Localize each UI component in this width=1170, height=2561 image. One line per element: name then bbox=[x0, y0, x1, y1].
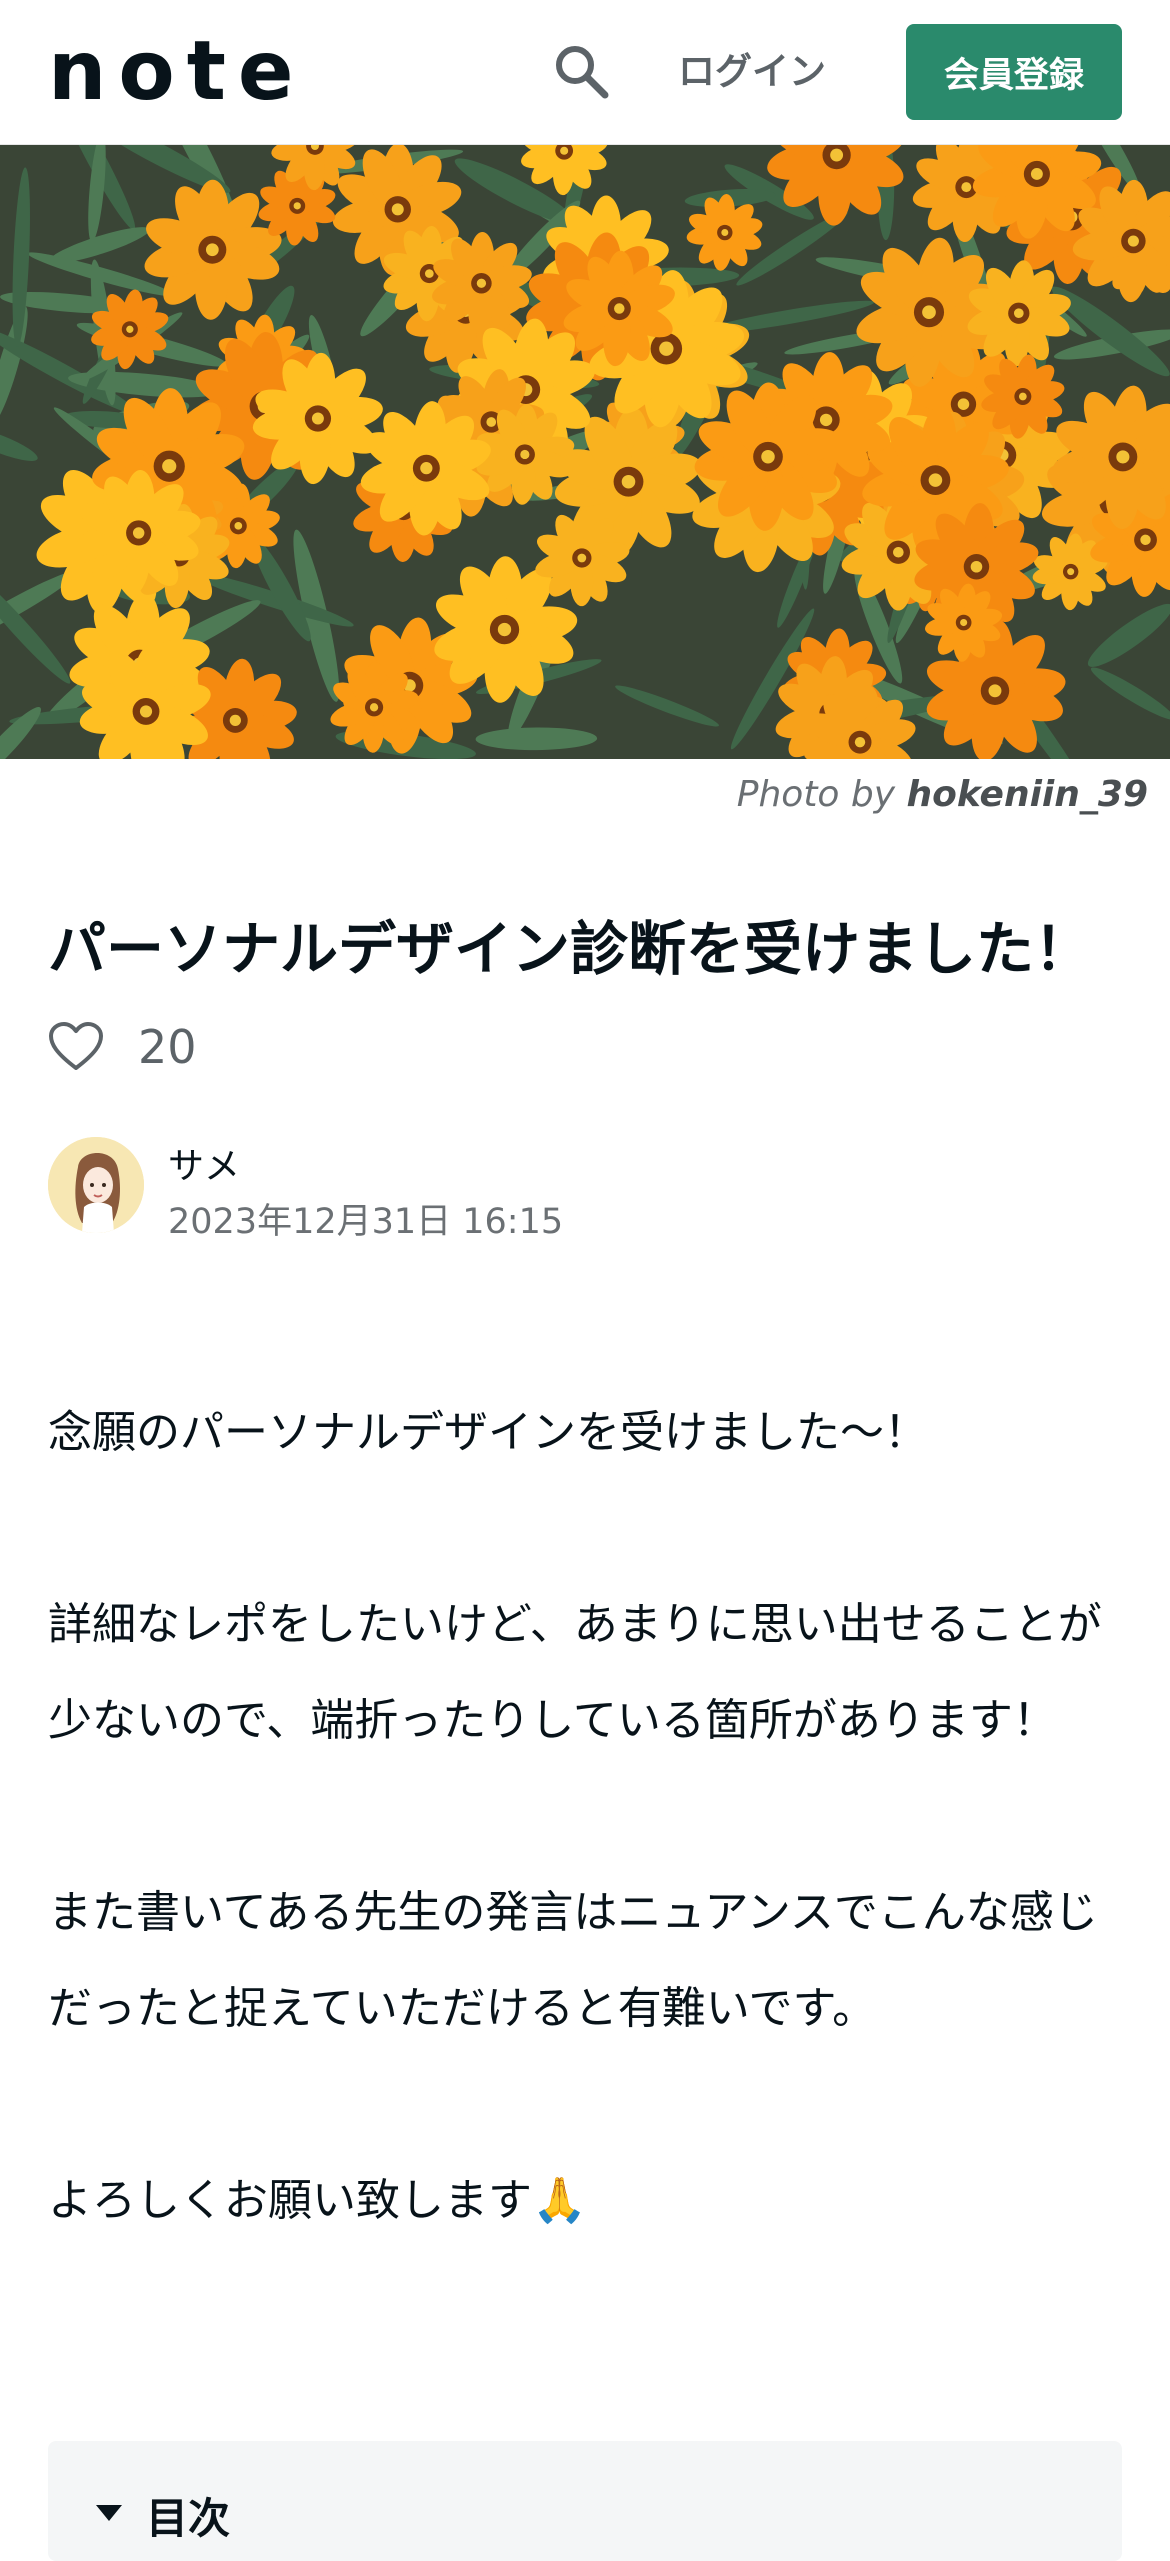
paragraph: また書いてある先生の発言はニュアンスでこんな感じだったと捉えていただけると有難い… bbox=[48, 1887, 1098, 2034]
table-of-contents[interactable]: 目次 bbox=[48, 2441, 1122, 2561]
like-row: 20 bbox=[48, 1017, 197, 1077]
paragraph: 念願のパーソナルデザインを受けました〜！ bbox=[48, 1407, 928, 1458]
heart-icon[interactable] bbox=[48, 1022, 104, 1072]
avatar[interactable] bbox=[48, 1137, 144, 1233]
flower-photo bbox=[0, 145, 1170, 759]
search-button[interactable] bbox=[548, 38, 614, 104]
signup-button[interactable]: 会員登録 bbox=[906, 24, 1122, 120]
caret-down-icon bbox=[96, 2505, 122, 2521]
note-logo[interactable]: note bbox=[48, 31, 306, 113]
paragraph: 詳細なレポをしたいけど、あまりに思い出せることが少ないので、端折ったりしている箇… bbox=[48, 1599, 1102, 1746]
paragraph: よろしくお願い致します🙏 bbox=[48, 2175, 587, 2226]
photo-credit-user[interactable]: hokeniin_39 bbox=[907, 774, 1148, 815]
like-count: 20 bbox=[138, 1020, 197, 1074]
article-body: 念願のパーソナルデザインを受けました〜！ 詳細なレポをしたいけど、あまりに思い出… bbox=[48, 1385, 1128, 2249]
avatar-illustration bbox=[48, 1137, 144, 1233]
photo-credit-prefix: Photo by bbox=[736, 774, 896, 815]
author-name[interactable]: サメ bbox=[168, 1137, 240, 1189]
site-header: note ログイン 会員登録 bbox=[0, 0, 1170, 145]
hero-image bbox=[0, 145, 1170, 759]
article-title: パーソナルデザイン診断を受けました！ bbox=[48, 915, 1093, 983]
photo-credit: Photo by hokeniin_39 bbox=[737, 774, 1148, 815]
toc-label: 目次 bbox=[146, 2494, 231, 2543]
search-icon bbox=[556, 46, 609, 99]
post-date: 2023年12月31日 16:15 bbox=[168, 1202, 564, 1242]
login-link[interactable]: ログイン bbox=[678, 42, 826, 102]
